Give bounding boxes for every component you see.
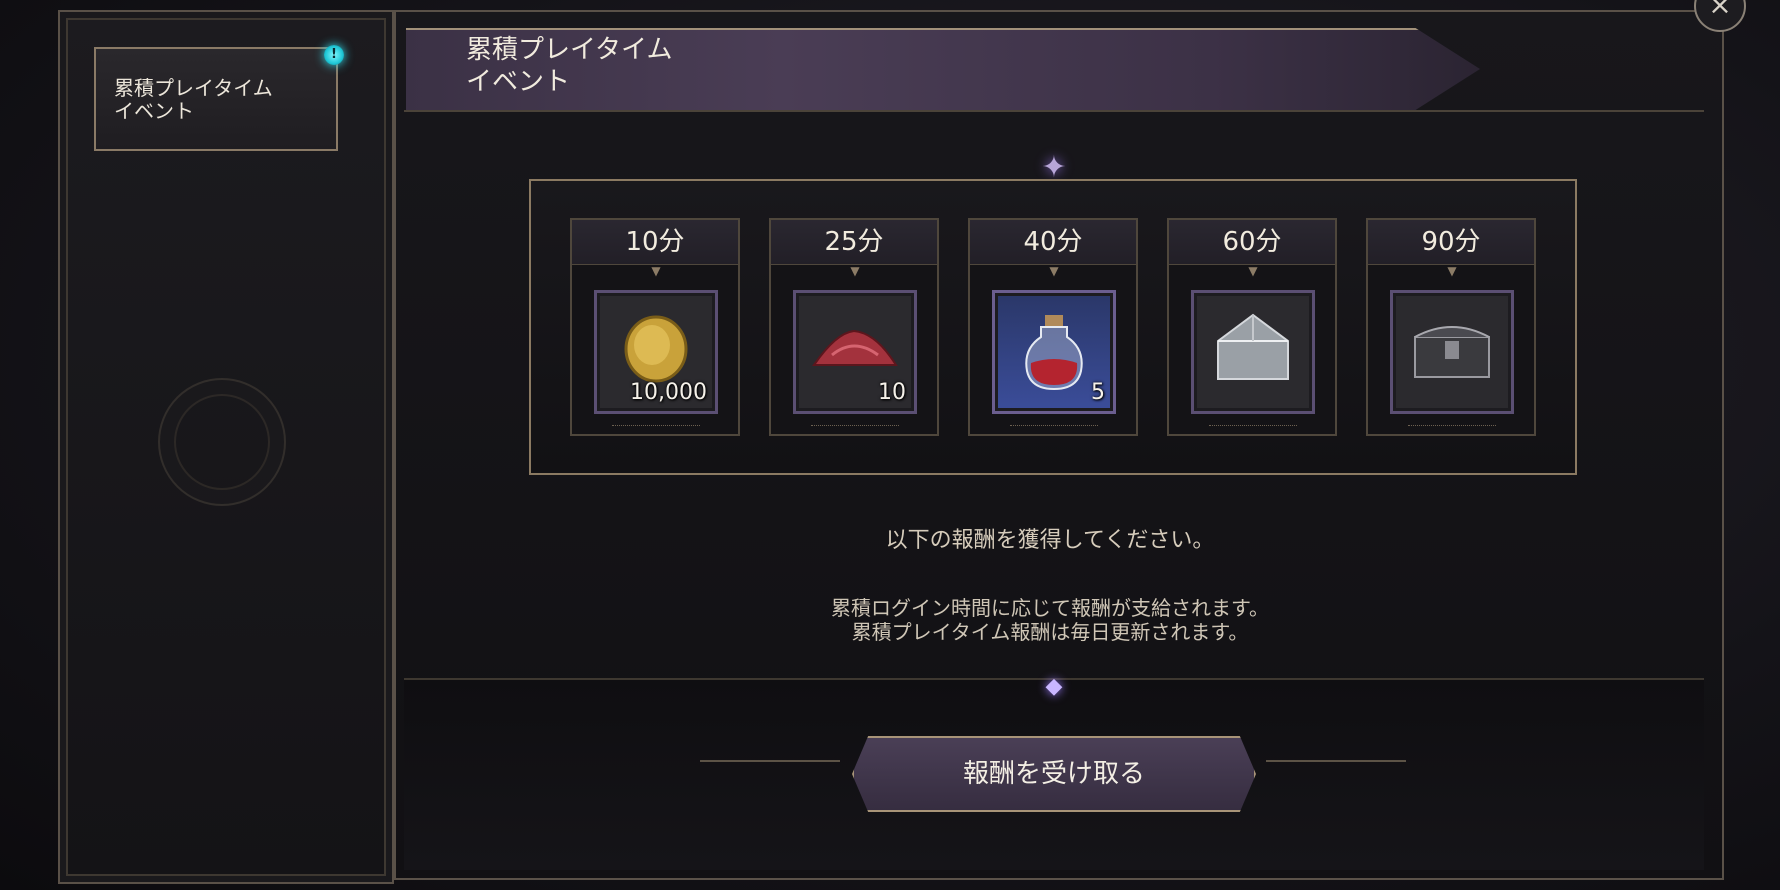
slot-divider	[612, 425, 700, 430]
reward-time: 60分	[1169, 220, 1335, 265]
claim-reward-button[interactable]: 報酬を受け取る	[852, 736, 1256, 812]
slot-divider	[811, 425, 899, 430]
reward-time: 40分	[970, 220, 1136, 265]
slot-divider	[1408, 425, 1496, 430]
reward-time: 10分	[572, 220, 738, 265]
chevron-down-icon: ▼	[1248, 264, 1258, 278]
reward-slot-4[interactable]: 60分 ▼	[1167, 218, 1337, 436]
slot-divider	[1209, 425, 1297, 430]
header-divider	[404, 110, 1704, 112]
reward-item-box[interactable]: 5	[992, 290, 1116, 414]
reward-item-box[interactable]: 10,000	[594, 290, 718, 414]
sidebar-item-playtime-event[interactable]: 累積プレイタイム イベント !	[94, 45, 344, 151]
reward-slot-5[interactable]: 90分 ▼	[1366, 218, 1536, 436]
silver-box-icon	[1217, 313, 1289, 380]
notification-badge-icon: !	[324, 45, 344, 65]
iron-chest-icon	[1414, 326, 1490, 378]
reward-item-box[interactable]	[1390, 290, 1514, 414]
reward-slot-3[interactable]: 40分 ▼ 5	[968, 218, 1138, 436]
left-ornament	[700, 760, 840, 762]
gem-ornament-icon: ◆	[1045, 674, 1063, 699]
reward-time: 90分	[1368, 220, 1534, 265]
reward-item-box[interactable]: 10	[793, 290, 917, 414]
chevron-down-icon: ▼	[651, 264, 661, 278]
chevron-down-icon: ▼	[1049, 264, 1059, 278]
reward-slot-2[interactable]: 25分 ▼ 10	[769, 218, 939, 436]
reward-slot-1[interactable]: 10分 ▼ 10,000	[570, 218, 740, 436]
reward-quantity: 10,000	[630, 380, 707, 405]
chevron-down-icon: ▼	[850, 264, 860, 278]
right-ornament	[1266, 760, 1406, 762]
chevron-down-icon: ▼	[1447, 264, 1457, 278]
reward-description: 累積ログイン時間に応じて報酬が支給されます。 累積プレイタイム報酬は毎日更新され…	[831, 596, 1269, 644]
page-title: 累積プレイタイム イベント	[466, 35, 673, 97]
slot-divider	[1010, 425, 1098, 430]
reward-quantity: 5	[1091, 380, 1105, 405]
sidebar-item-label: 累積プレイタイム イベント	[114, 76, 273, 123]
reward-time: 25分	[771, 220, 937, 265]
reward-item-box[interactable]	[1191, 290, 1315, 414]
sidebar-emblem-icon	[158, 378, 286, 506]
close-icon: ×	[1708, 0, 1732, 21]
reward-instruction: 以下の報酬を獲得してください。	[885, 528, 1215, 553]
reward-quantity: 10	[878, 380, 906, 405]
